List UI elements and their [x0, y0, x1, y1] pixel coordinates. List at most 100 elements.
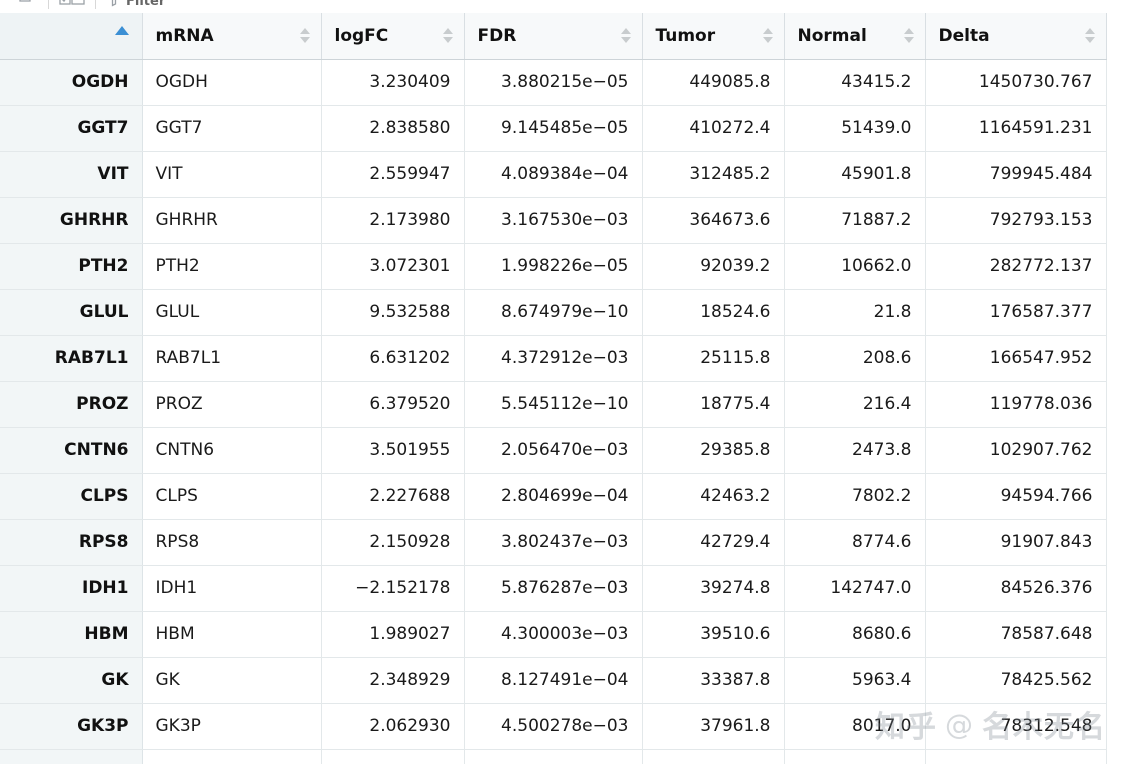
row-label-cell: PROZ: [0, 381, 143, 428]
column-header-mrna[interactable]: mRNA: [142, 13, 322, 60]
select-columns-button[interactable]: [49, 0, 95, 13]
table-row[interactable]: RPS8 RPS8 2.150928 3.802437e−03 42729.4 8774.…: [0, 519, 1107, 566]
cell-delta: 102907.762: [925, 427, 1107, 474]
row-label-cell: GLUL: [0, 289, 143, 336]
cell-fdr: 4.300003e−03: [464, 611, 643, 658]
cell-delta: 1164591.231: [925, 105, 1107, 152]
cell-delta: 78425.562: [925, 657, 1107, 704]
sort-updown-icon[interactable]: [443, 26, 454, 46]
table-row[interactable]: GLUL GLUL 9.532588 8.674979e−10 18524.6 21.8 1…: [0, 289, 1107, 336]
table-row[interactable]: HBM HBM 1.989027 4.300003e−03 39510.6 8680.6 7…: [0, 611, 1107, 658]
row-label-cell: PTH2: [0, 243, 143, 290]
row-label-cell: OGDH: [0, 59, 143, 106]
column-header-mrna-label: mRNA: [155, 25, 214, 46]
cell-delta: 78312.548: [925, 703, 1107, 750]
column-header-rowname[interactable]: [0, 13, 143, 60]
cell-delta: 792793.153: [925, 197, 1107, 244]
cell-tumor: 364673.6: [642, 197, 785, 244]
cell-tumor: 18524.6: [642, 289, 785, 336]
cell-normal: 10662.0: [784, 243, 926, 290]
cell-mrna: GLUL: [142, 289, 322, 336]
cell-mrna: CLPS: [142, 473, 322, 520]
table-row[interactable]: PROZ PROZ 6.379520 5.545112e−10 18775.4 216.4…: [0, 381, 1107, 428]
cell-mrna: PROZ: [142, 381, 322, 428]
cell-logfc: 2.348929: [321, 657, 465, 704]
sort-updown-icon[interactable]: [300, 26, 311, 46]
cell-tumor: 37961.8: [642, 703, 785, 750]
toolbar-strip: Filter: [0, 0, 1128, 13]
table-row[interactable]: [0, 749, 1107, 764]
cell-fdr: 2.056470e−03: [464, 427, 643, 474]
cell-tumor: 39274.8: [642, 565, 785, 612]
cell-logfc: 3.501955: [321, 427, 465, 474]
cell-normal: 21.8: [784, 289, 926, 336]
column-header-normal[interactable]: Normal: [784, 13, 926, 60]
cell-logfc: 2.150928: [321, 519, 465, 566]
cell-mrna: RPS8: [142, 519, 322, 566]
table-row[interactable]: GK3P GK3P 2.062930 4.500278e−03 37961.8 8017.…: [0, 703, 1107, 750]
row-label-cell: HBM: [0, 611, 143, 658]
cell-fdr: [464, 749, 643, 764]
cell-tumor: 449085.8: [642, 59, 785, 106]
cell-normal: [784, 749, 926, 764]
data-table-container[interactable]: mRNA logFC FDR Tumor Normal Delta OGDH O…: [0, 13, 1128, 764]
table-row[interactable]: GK GK 2.348929 8.127491e−04 33387.8 5963.4 784…: [0, 657, 1107, 704]
cell-delta: 176587.377: [925, 289, 1107, 336]
sort-updown-icon[interactable]: [621, 26, 632, 46]
cell-tumor: 39510.6: [642, 611, 785, 658]
cell-tumor: 42463.2: [642, 473, 785, 520]
cell-normal: 8017.0: [784, 703, 926, 750]
cell-normal: 7802.2: [784, 473, 926, 520]
cell-normal: 45901.8: [784, 151, 926, 198]
table-row[interactable]: VIT VIT 2.559947 4.089384e−04 312485.2 45901.…: [0, 151, 1107, 198]
cell-delta: 119778.036: [925, 381, 1107, 428]
row-label-cell: [0, 749, 143, 764]
column-header-fdr[interactable]: FDR: [464, 13, 643, 60]
table-row[interactable]: GHRHR GHRHR 2.173980 3.167530e−03 364673.6 71…: [0, 197, 1107, 244]
cell-fdr: 4.372912e−03: [464, 335, 643, 382]
column-header-tumor[interactable]: Tumor: [642, 13, 785, 60]
table-row[interactable]: CNTN6 CNTN6 3.501955 2.056470e−03 29385.8 247…: [0, 427, 1107, 474]
table-row[interactable]: GGT7 GGT7 2.838580 9.145485e−05 410272.4 5143…: [0, 105, 1107, 152]
import-dataset-button[interactable]: [8, 0, 48, 13]
cell-normal: 51439.0: [784, 105, 926, 152]
cell-fdr: 8.674979e−10: [464, 289, 643, 336]
row-label-cell: GK: [0, 657, 143, 704]
cell-normal: 5963.4: [784, 657, 926, 704]
cell-normal: 216.4: [784, 381, 926, 428]
cell-logfc: 2.173980: [321, 197, 465, 244]
cell-mrna: [142, 749, 322, 764]
column-header-delta[interactable]: Delta: [925, 13, 1107, 60]
cell-logfc: 1.989027: [321, 611, 465, 658]
cell-fdr: 1.998226e−05: [464, 243, 643, 290]
cell-fdr: 5.545112e−10: [464, 381, 643, 428]
cell-fdr: 2.804699e−04: [464, 473, 643, 520]
results-table: mRNA logFC FDR Tumor Normal Delta OGDH O…: [0, 13, 1107, 764]
table-row[interactable]: CLPS CLPS 2.227688 2.804699e−04 42463.2 7802.…: [0, 473, 1107, 520]
table-row[interactable]: RAB7L1 RAB7L1 6.631202 4.372912e−03 25115.8 2…: [0, 335, 1107, 382]
sort-updown-icon[interactable]: [763, 26, 774, 46]
cell-logfc: 6.631202: [321, 335, 465, 382]
filter-button[interactable]: Filter: [96, 0, 175, 13]
table-row[interactable]: OGDH OGDH 3.230409 3.880215e−05 449085.8 4341…: [0, 59, 1107, 106]
cell-mrna: OGDH: [142, 59, 322, 106]
sort-updown-icon[interactable]: [1085, 26, 1096, 46]
cell-delta: 1450730.767: [925, 59, 1107, 106]
column-header-logfc[interactable]: logFC: [321, 13, 465, 60]
cell-logfc: 6.379520: [321, 381, 465, 428]
row-label-cell: CLPS: [0, 473, 143, 520]
sort-ascending-icon[interactable]: [114, 26, 129, 35]
cell-mrna: GK3P: [142, 703, 322, 750]
cell-logfc: 2.838580: [321, 105, 465, 152]
cell-tumor: 33387.8: [642, 657, 785, 704]
cell-logfc: 2.559947: [321, 151, 465, 198]
cell-logfc: −2.152178: [321, 565, 465, 612]
table-row[interactable]: PTH2 PTH2 3.072301 1.998226e−05 92039.2 10662…: [0, 243, 1107, 290]
cell-delta: 84526.376: [925, 565, 1107, 612]
cell-logfc: 2.062930: [321, 703, 465, 750]
sort-updown-icon[interactable]: [904, 26, 915, 46]
cell-normal: 43415.2: [784, 59, 926, 106]
cell-fdr: 4.089384e−04: [464, 151, 643, 198]
table-row[interactable]: IDH1 IDH1 −2.152178 5.876287e−03 39274.8 1427…: [0, 565, 1107, 612]
cell-mrna: PTH2: [142, 243, 322, 290]
